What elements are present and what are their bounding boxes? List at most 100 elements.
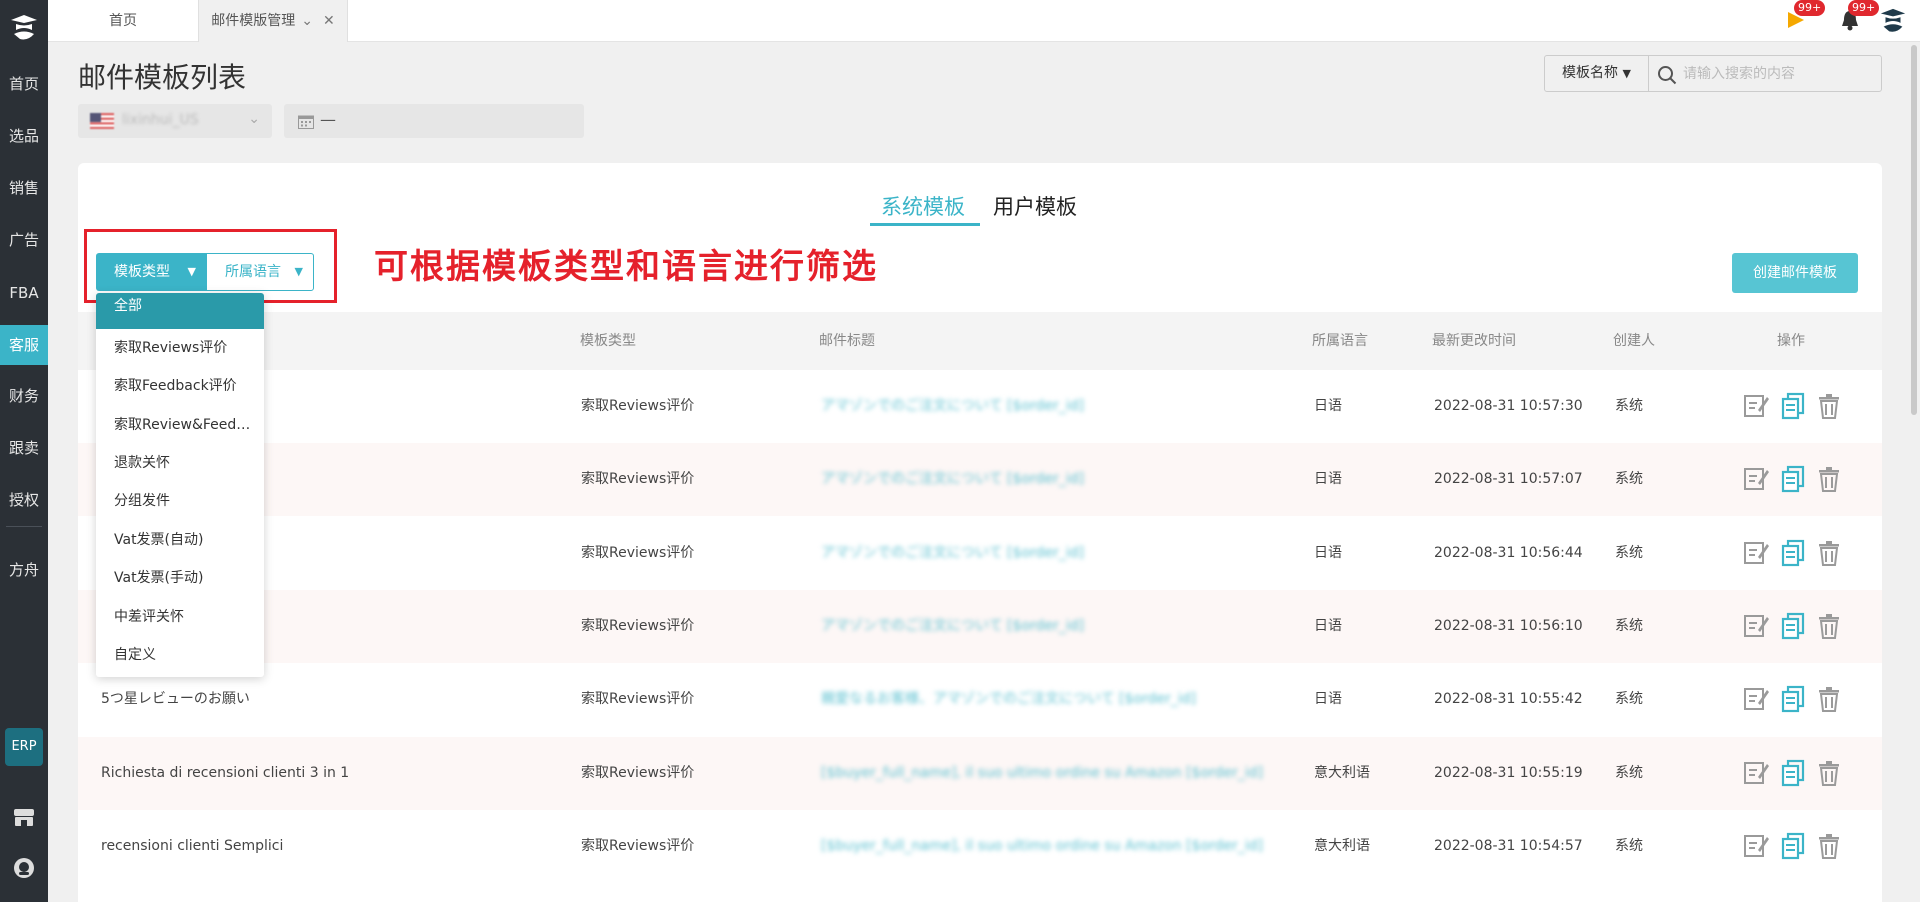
email-subject-cell[interactable]: アマゾンでのご注文について [$order_id] bbox=[821, 590, 1084, 663]
sidebar-item-ads[interactable]: 广告 bbox=[0, 220, 48, 260]
sidebar-item-customer-service[interactable]: 客服 bbox=[0, 325, 48, 365]
template-type-filter[interactable]: 模板类型 ▼ bbox=[96, 253, 206, 291]
store-icon[interactable] bbox=[12, 805, 36, 829]
email-subject-cell[interactable]: アマゾンでのご注文について [$order_id] bbox=[821, 517, 1084, 590]
delete-icon[interactable] bbox=[1816, 612, 1842, 640]
dropdown-item[interactable]: 退款关怀 bbox=[96, 444, 264, 482]
flag-notification[interactable]: 99+ bbox=[1784, 0, 1826, 36]
copy-icon[interactable] bbox=[1780, 392, 1806, 420]
edit-icon[interactable] bbox=[1743, 465, 1769, 493]
sidebar-item-sales[interactable]: 销售 bbox=[0, 168, 48, 208]
table-row[interactable]: 索取Reviews评价 アマゾンでのご注文について [$order_id] 日语 20… bbox=[78, 517, 1882, 590]
dropdown-item[interactable]: 索取Review&Feedback评价 bbox=[96, 406, 264, 444]
sidebar-item-selection[interactable]: 选品 bbox=[0, 116, 48, 156]
email-subject-cell[interactable]: [$buyer_full_name], il suo ultimo ordine… bbox=[821, 810, 1263, 883]
dropdown-item[interactable]: 自定义 bbox=[96, 636, 264, 674]
language-cell: 日语 bbox=[1314, 691, 1342, 708]
updated-time-cell: 2022-08-31 10:56:10 bbox=[1434, 617, 1583, 634]
delete-icon[interactable] bbox=[1816, 832, 1842, 860]
date-range-picker[interactable]: — bbox=[284, 104, 584, 138]
tab-home[interactable]: 首页 bbox=[48, 0, 198, 42]
sidebar-item-follow-sell[interactable]: 跟卖 bbox=[0, 428, 48, 468]
edit-icon[interactable] bbox=[1743, 612, 1769, 640]
column-header: 操作 bbox=[1777, 333, 1805, 349]
edit-icon[interactable] bbox=[1743, 759, 1769, 787]
table-row[interactable]: い索取Reviews评价アマゾンでのご注文について [$order_id]日语2… bbox=[78, 589, 1882, 663]
support-icon[interactable] bbox=[12, 856, 36, 880]
copy-icon[interactable] bbox=[1780, 685, 1806, 713]
edit-icon[interactable] bbox=[1743, 392, 1769, 420]
search-icon bbox=[1658, 66, 1677, 85]
logo-icon[interactable] bbox=[8, 12, 40, 44]
column-header: 最新更改时间 bbox=[1432, 333, 1516, 349]
delete-icon[interactable] bbox=[1816, 392, 1842, 420]
email-subject-cell[interactable]: [$buyer_full_name], il suo ultimo ordine… bbox=[821, 737, 1263, 810]
creator-cell: 系统 bbox=[1615, 691, 1643, 708]
sidebar-item-finance[interactable]: 财务 bbox=[0, 376, 48, 416]
create-template-button[interactable]: 创建邮件模板 bbox=[1732, 253, 1858, 293]
email-subject-cell[interactable]: アマゾンでのご注文について [$order_id] bbox=[821, 370, 1084, 443]
delete-icon[interactable] bbox=[1816, 465, 1842, 493]
store-select[interactable]: lixinhui_US ⌄ bbox=[78, 104, 272, 138]
calendar-icon bbox=[298, 115, 314, 129]
language-cell: 日语 bbox=[1314, 617, 1342, 634]
copy-icon[interactable] bbox=[1780, 539, 1806, 567]
divider bbox=[6, 526, 42, 527]
column-header: 创建人 bbox=[1613, 333, 1655, 349]
copy-icon[interactable] bbox=[1780, 612, 1806, 640]
edit-icon[interactable] bbox=[1743, 539, 1769, 567]
language-filter[interactable]: 所属语言 ▼ bbox=[206, 253, 314, 291]
tab-home-label: 首页 bbox=[109, 13, 137, 29]
template-type-filter-label: 模板类型 bbox=[114, 264, 170, 280]
dropdown-item[interactable]: 索取Reviews评价 bbox=[96, 329, 264, 367]
email-subject-cell[interactable]: 親愛なるお客様、アマゾンでのご注文について [$order_id] bbox=[821, 663, 1196, 736]
table-row[interactable]: 索取Reviews评价 アマゾンでのご注文について [$order_id] 日语 20… bbox=[78, 370, 1882, 443]
flag-badge: 99+ bbox=[1794, 0, 1826, 16]
updated-time-cell: 2022-08-31 10:57:07 bbox=[1434, 471, 1583, 488]
dropdown-item[interactable]: Vat发票(手动) bbox=[96, 559, 264, 597]
dropdown-item[interactable]: 分组发件 bbox=[96, 482, 264, 520]
copy-icon[interactable] bbox=[1780, 465, 1806, 493]
creator-cell: 系统 bbox=[1615, 837, 1643, 854]
email-subject-cell[interactable]: アマゾンでのご注文について [$order_id] bbox=[821, 443, 1084, 516]
scrollbar[interactable] bbox=[1911, 45, 1917, 415]
sidebar-item-ark[interactable]: 方舟 bbox=[0, 550, 48, 590]
table-row[interactable]: 助ける索取Reviews评价アマゾンでのご注文について [$order_id]日… bbox=[78, 443, 1882, 517]
creator-cell: 系统 bbox=[1615, 544, 1643, 561]
chevron-down-icon[interactable]: ⌄ bbox=[301, 0, 313, 42]
close-icon[interactable]: ✕ bbox=[323, 0, 335, 42]
bell-notification[interactable]: 99+ bbox=[1838, 0, 1880, 36]
table-row[interactable]: recensioni clienti Semplici 索取Reviews评价 [$… bbox=[78, 810, 1882, 883]
copy-icon[interactable] bbox=[1780, 832, 1806, 860]
tab-email-template[interactable]: 邮件模版管理 ⌄ ✕ bbox=[198, 0, 348, 42]
edit-icon[interactable] bbox=[1743, 832, 1769, 860]
row-actions bbox=[1743, 539, 1843, 567]
search-input[interactable] bbox=[1683, 62, 1873, 86]
dropdown-item[interactable]: 中差评关怀 bbox=[96, 598, 264, 636]
delete-icon[interactable] bbox=[1816, 685, 1842, 713]
dropdown-item[interactable]: 索取Feedback评价 bbox=[96, 367, 264, 405]
avatar[interactable] bbox=[1878, 6, 1908, 36]
delete-icon[interactable] bbox=[1816, 539, 1842, 567]
template-type-cell: 索取Reviews评价 bbox=[581, 764, 695, 781]
dropdown-item[interactable]: Vat发票(自动) bbox=[96, 521, 264, 559]
table-row[interactable]: 5つ星レビューのお願い 索取Reviews评价 親愛なるお客様、アマゾンでのご注文に… bbox=[78, 663, 1882, 736]
sidebar-item-home[interactable]: 首页 bbox=[0, 64, 48, 104]
language-cell: 日语 bbox=[1314, 471, 1342, 488]
sidebar-item-fba[interactable]: FBA bbox=[0, 273, 48, 313]
edit-icon[interactable] bbox=[1743, 685, 1769, 713]
row-actions bbox=[1743, 612, 1843, 640]
caret-down-icon: ▼ bbox=[1622, 67, 1631, 80]
table-row[interactable]: Richiesta di recensioni clienti 3 in 1 索取… bbox=[78, 736, 1882, 810]
dropdown-item[interactable]: 全部 bbox=[96, 293, 264, 329]
template-name-cell: Richiesta di recensioni clienti 3 in 1 bbox=[101, 764, 350, 781]
tab-user-templates[interactable]: 用户模板 bbox=[993, 191, 1077, 221]
bell-badge: 99+ bbox=[1848, 0, 1880, 16]
copy-icon[interactable] bbox=[1780, 759, 1806, 787]
delete-icon[interactable] bbox=[1816, 759, 1842, 787]
sidebar-item-authorize[interactable]: 授权 bbox=[0, 480, 48, 520]
search-type-select[interactable]: 模板名称 ▼ bbox=[1545, 56, 1649, 91]
erp-button[interactable]: ERP bbox=[5, 728, 43, 766]
tab-system-templates[interactable]: 系统模板 bbox=[881, 191, 965, 221]
creator-cell: 系统 bbox=[1615, 398, 1643, 414]
